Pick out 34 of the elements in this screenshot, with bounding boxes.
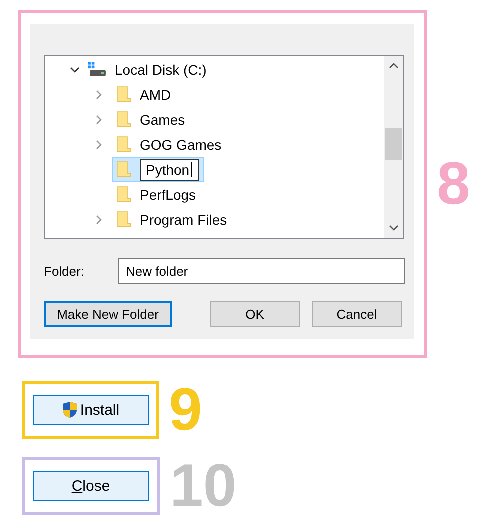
tree-item[interactable]: Local Disk (C:) bbox=[115, 62, 207, 78]
close-button[interactable]: Close bbox=[33, 471, 149, 501]
scrollbar-thumb[interactable] bbox=[385, 128, 402, 160]
tree-item[interactable]: Program Files bbox=[112, 207, 232, 232]
tree-item[interactable]: GOG Games bbox=[112, 132, 227, 157]
ok-button[interactable]: OK bbox=[210, 301, 300, 327]
tree-item[interactable]: AMD bbox=[112, 82, 176, 107]
chevron-right-icon[interactable] bbox=[94, 140, 104, 150]
selected-tree-item[interactable]: Python bbox=[112, 157, 204, 182]
chevron-right-icon[interactable] bbox=[94, 114, 104, 124]
folder-icon bbox=[117, 186, 131, 203]
chevron-right-icon[interactable] bbox=[94, 214, 104, 224]
make-new-folder-button[interactable]: Make New Folder bbox=[44, 301, 172, 327]
folder-icon bbox=[117, 211, 131, 228]
scrollbar[interactable] bbox=[384, 56, 403, 238]
callout-number: 10 bbox=[170, 456, 237, 516]
cancel-button[interactable]: Cancel bbox=[312, 301, 402, 327]
folder-icon bbox=[117, 111, 131, 128]
folder-icon bbox=[117, 86, 131, 103]
folder-icon bbox=[117, 161, 131, 178]
folder-name-field[interactable]: New folder bbox=[118, 258, 405, 284]
tree-item[interactable]: PerfLogs bbox=[112, 182, 202, 207]
drive-icon bbox=[88, 62, 107, 77]
tree-item[interactable]: Games bbox=[112, 107, 190, 132]
scroll-up-icon[interactable] bbox=[388, 62, 398, 70]
callout-number: 9 bbox=[169, 380, 202, 440]
rename-field[interactable]: Python bbox=[140, 158, 199, 180]
chevron-down-icon[interactable] bbox=[70, 64, 80, 74]
scroll-down-icon[interactable] bbox=[388, 224, 398, 232]
chevron-right-icon[interactable] bbox=[94, 90, 104, 100]
folder-label: Folder: bbox=[44, 264, 86, 278]
folder-icon bbox=[117, 136, 131, 153]
install-button[interactable]: Install bbox=[33, 395, 149, 425]
callout-number: 8 bbox=[437, 154, 470, 214]
